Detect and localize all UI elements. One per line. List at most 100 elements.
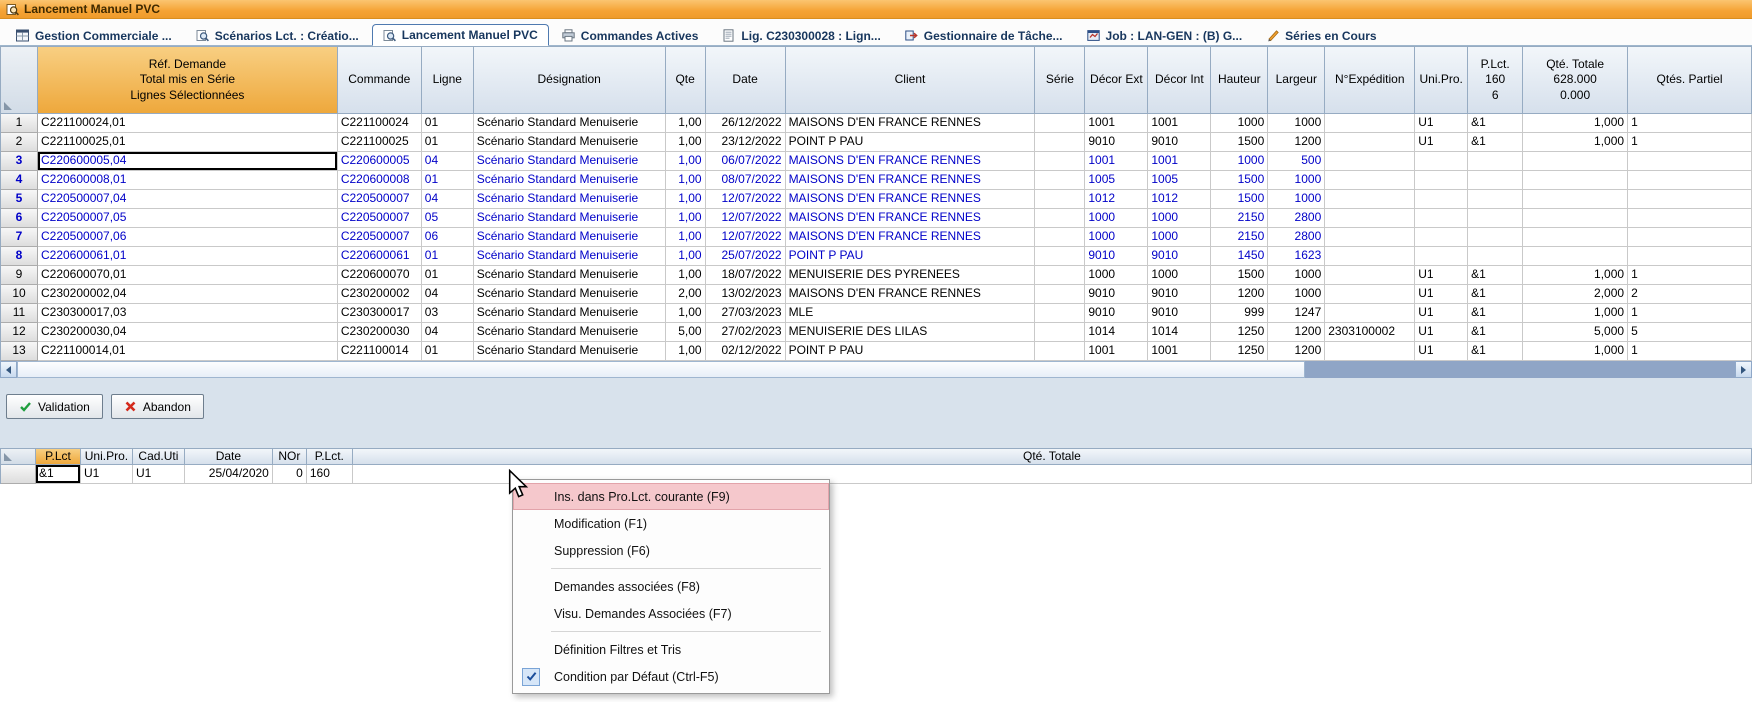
column-header-r-f-demande[interactable]: Réf. Demande Total mis en Série Lignes S… (38, 47, 338, 114)
grid-cell[interactable]: 1,00 (666, 152, 706, 171)
grid-cell[interactable]: 1005 (1148, 171, 1211, 190)
grid-cell[interactable]: C220600061,01 (38, 247, 338, 266)
grid-cell[interactable]: 04 (422, 323, 474, 342)
row-number[interactable]: 8 (1, 247, 38, 266)
production-column-header-cad-uti[interactable]: Cad.Uti (133, 449, 185, 465)
grid-cell[interactable]: 1001 (1085, 152, 1148, 171)
grid-cell[interactable]: 1000 (1085, 209, 1148, 228)
grid-cell[interactable]: &1 (1468, 323, 1523, 342)
grid-cell[interactable]: 1001 (1148, 342, 1211, 361)
grid-cell[interactable] (1035, 114, 1085, 133)
grid-cell[interactable]: 1000 (1211, 114, 1268, 133)
grid-cell[interactable]: 9010 (1085, 133, 1148, 152)
grid-cell[interactable] (1468, 152, 1523, 171)
grid-cell[interactable]: MENUISERIE DES PYRENEES (786, 266, 1036, 285)
grid-cell[interactable]: 18/07/2022 (706, 266, 786, 285)
menu-item-modification-f1[interactable]: Modification (F1) (513, 510, 829, 537)
grid-cell[interactable]: MAISONS D'EN FRANCE RENNES (786, 114, 1036, 133)
grid-cell[interactable]: 1000 (1211, 152, 1268, 171)
grid-cell[interactable]: C230300017,03 (38, 304, 338, 323)
grid-cell[interactable]: C221100014 (338, 342, 422, 361)
grid-cell[interactable] (1415, 190, 1468, 209)
grid-cell[interactable]: MAISONS D'EN FRANCE RENNES (786, 209, 1036, 228)
grid-cell[interactable]: 01 (422, 247, 474, 266)
grid-cell[interactable]: 2,00 (666, 285, 706, 304)
grid-cell[interactable]: MAISONS D'EN FRANCE RENNES (786, 171, 1036, 190)
row-number[interactable]: 7 (1, 228, 38, 247)
tab-s-ries-en-cours[interactable]: Séries en Cours (1255, 24, 1387, 46)
grid-cell[interactable]: MAISONS D'EN FRANCE RENNES (786, 285, 1036, 304)
tab-job-lan-gen-b-g[interactable]: Job : LAN-GEN : (B) G... (1076, 24, 1254, 46)
grid-cell[interactable]: 04 (422, 285, 474, 304)
grid-cell[interactable] (1325, 285, 1415, 304)
scroll-left-button[interactable] (0, 361, 17, 378)
grid-cell[interactable]: MAISONS D'EN FRANCE RENNES (786, 228, 1036, 247)
grid-cell[interactable]: C230200002 (338, 285, 422, 304)
grid-cell[interactable] (1325, 114, 1415, 133)
grid-cell[interactable]: 05 (422, 209, 474, 228)
grid-cell[interactable]: 1014 (1148, 323, 1211, 342)
grid-cell[interactable] (1325, 133, 1415, 152)
row-number[interactable]: 13 (1, 342, 38, 361)
grid-cell[interactable]: 2800 (1268, 209, 1325, 228)
grid-cell[interactable]: 9010 (1148, 285, 1211, 304)
grid-cell[interactable]: 1,000 (1523, 133, 1628, 152)
grid-cell[interactable]: Scénario Standard Menuiserie (474, 247, 666, 266)
menu-item-suppression-f6[interactable]: Suppression (F6) (513, 537, 829, 564)
grid-cell[interactable] (1523, 209, 1628, 228)
grid-cell[interactable]: 12/07/2022 (706, 190, 786, 209)
validation-button[interactable]: Validation (6, 394, 103, 419)
grid-cell[interactable]: 1000 (1268, 266, 1325, 285)
grid-cell[interactable] (1628, 152, 1752, 171)
scroll-right-button[interactable] (1735, 361, 1752, 378)
column-header-d-cor-ext[interactable]: Décor Ext (1085, 47, 1148, 114)
grid-cell[interactable]: C221100024 (338, 114, 422, 133)
grid-cell[interactable]: 25/07/2022 (706, 247, 786, 266)
grid-cell[interactable]: 1001 (1085, 342, 1148, 361)
grid-cell[interactable]: &1 (1468, 266, 1523, 285)
select-all-corner[interactable] (1, 47, 38, 114)
grid-cell[interactable] (1325, 247, 1415, 266)
grid-cell[interactable]: 1200 (1268, 323, 1325, 342)
grid-cell[interactable]: &1 (1468, 114, 1523, 133)
grid-cell[interactable]: 2 (1628, 285, 1752, 304)
grid-cell[interactable]: 1450 (1211, 247, 1268, 266)
grid-cell[interactable]: MAISONS D'EN FRANCE RENNES (786, 190, 1036, 209)
grid-cell[interactable]: Scénario Standard Menuiserie (474, 323, 666, 342)
grid-cell[interactable]: 9010 (1148, 133, 1211, 152)
horizontal-scrollbar[interactable] (0, 361, 1752, 378)
tab-commandes-actives[interactable]: Commandes Actives (551, 24, 710, 46)
production-column-header-nor[interactable]: NOr (273, 449, 307, 465)
tab-lancement-manuel-pvc[interactable]: Lancement Manuel PVC (372, 24, 549, 46)
grid-cell[interactable]: C220600005 (338, 152, 422, 171)
grid-cell[interactable]: 1250 (1211, 342, 1268, 361)
column-header-commande[interactable]: Commande (338, 47, 422, 114)
grid-cell[interactable]: U1 (1415, 342, 1468, 361)
grid-cell[interactable]: Scénario Standard Menuiserie (474, 228, 666, 247)
grid-cell[interactable]: MLE (786, 304, 1036, 323)
grid-cell[interactable]: 1000 (1148, 228, 1211, 247)
grid-cell[interactable]: C220600008 (338, 171, 422, 190)
column-header-client[interactable]: Client (786, 47, 1036, 114)
grid-cell[interactable]: 5,000 (1523, 323, 1628, 342)
grid-cell[interactable]: C221100025 (338, 133, 422, 152)
grid-cell[interactable]: Scénario Standard Menuiserie (474, 266, 666, 285)
grid-cell[interactable]: C221100024,01 (38, 114, 338, 133)
grid-cell[interactable]: 01 (422, 266, 474, 285)
grid-cell[interactable]: 1000 (1148, 266, 1211, 285)
production-grid-cell[interactable]: &1 (36, 465, 81, 484)
menu-item-condition-par-d-faut-ctrl-f5[interactable]: Condition par Défaut (Ctrl-F5) (513, 663, 829, 690)
grid-cell[interactable]: C230200002,04 (38, 285, 338, 304)
grid-cell[interactable]: 1,00 (666, 304, 706, 323)
grid-cell[interactable]: 1,00 (666, 209, 706, 228)
abandon-button[interactable]: Abandon (111, 394, 204, 419)
grid-cell[interactable]: 1,000 (1523, 266, 1628, 285)
grid-cell[interactable] (1415, 228, 1468, 247)
grid-cell[interactable]: C220600008,01 (38, 171, 338, 190)
grid-cell[interactable]: 06/07/2022 (706, 152, 786, 171)
grid-cell[interactable] (1415, 171, 1468, 190)
grid-cell[interactable] (1035, 266, 1085, 285)
column-header-qte[interactable]: Qte (666, 47, 706, 114)
grid-cell[interactable] (1325, 266, 1415, 285)
grid-cell[interactable]: 1000 (1085, 228, 1148, 247)
